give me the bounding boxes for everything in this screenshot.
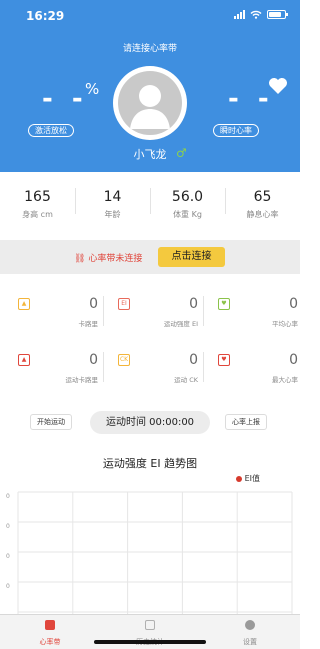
connection-status-text: 心率带未连接	[88, 254, 143, 264]
stat-age: 14 年龄	[75, 172, 150, 230]
metric-label: 卡路里	[78, 320, 99, 328]
stat-value: 56.0	[171, 189, 204, 205]
avatar[interactable]	[113, 66, 187, 140]
ei-trend-chart: 0 0 0 0	[6, 491, 293, 614]
gear-icon	[245, 620, 255, 630]
metric-label: 最大心率	[272, 376, 298, 384]
username: 小飞龙	[133, 148, 167, 161]
heart-rate-label: 瞬时心率	[213, 124, 259, 137]
stat-weight: 56.0 体重 Kg	[150, 172, 225, 230]
heart-rate-avg-icon: ♥	[218, 298, 230, 310]
heart-icon	[269, 78, 287, 94]
metric-label: 平均心率	[272, 320, 298, 328]
chart-legend: EI值	[235, 473, 260, 484]
heart-rate-value: - -	[228, 84, 274, 114]
wifi-icon	[250, 10, 262, 19]
default-avatar-icon	[130, 85, 170, 129]
home-indicator	[94, 640, 206, 644]
y-tick-label: 0	[6, 553, 10, 560]
divider	[203, 352, 204, 382]
profile-stats: 165 身高 cm 14 年龄 56.0 体重 Kg 65 静息心率	[0, 172, 300, 230]
divider	[203, 296, 204, 326]
metric-label: 运动 CK	[174, 376, 198, 384]
connect-prompt: 请连接心率带	[122, 44, 177, 54]
battery-icon	[267, 10, 288, 19]
heart-rate-max-icon: ♥	[218, 354, 230, 366]
stat-label: 身高 cm	[22, 210, 53, 219]
status-time: 16:29	[26, 9, 65, 23]
status-bar: 16:29	[0, 0, 300, 30]
stat-label: 年龄	[104, 210, 121, 219]
stat-value: 14	[103, 189, 122, 205]
stat-height: 165 身高 cm	[0, 172, 75, 230]
divider	[103, 352, 104, 382]
legend-label: EI值	[244, 474, 260, 483]
connection-bar: ⛓ 心率带未连接 点击连接	[0, 240, 300, 274]
sport-calorie-icon: ▲	[18, 354, 30, 366]
tab-label: 设置	[243, 638, 257, 646]
metric-value: 0	[89, 352, 98, 368]
relax-label: 激活放松	[28, 124, 74, 137]
history-icon	[145, 620, 155, 630]
start-exercise-button[interactable]: 开始运动	[30, 414, 72, 430]
stat-label: 体重 Kg	[173, 210, 202, 219]
report-heart-rate-button[interactable]: 心率上报	[225, 414, 267, 430]
relax-value: - -	[42, 84, 88, 114]
ck-icon: CK	[118, 354, 130, 366]
tab-label: 心率带	[39, 638, 61, 646]
strap-icon	[45, 620, 55, 630]
y-tick-label: 0	[6, 523, 10, 530]
header: 16:29 请连接心率带 - - % 激活放松 - - 瞬时心率 小飞龙 ♂	[0, 0, 300, 172]
chart-title: 运动强度 EI 趋势图	[102, 457, 198, 470]
stat-resting-heart-rate: 65 静息心率	[225, 172, 300, 230]
sport-time: 运动时间 00:00:00	[90, 411, 210, 434]
unlink-icon: ⛓	[74, 254, 86, 264]
metric-label: 运动强度 EI	[163, 320, 198, 328]
legend-marker	[235, 475, 242, 482]
stat-label: 静息心率	[246, 210, 279, 219]
metric-value: 0	[289, 296, 298, 312]
stat-value: 165	[24, 189, 51, 205]
metric-avg-heart-rate: ♥ 0 平均心率	[218, 296, 318, 342]
metric-value: 0	[289, 352, 298, 368]
y-tick-label: 0	[6, 493, 10, 500]
connection-status: ⛓ 心率带未连接	[74, 251, 142, 264]
divider	[103, 296, 104, 326]
metric-value: 0	[189, 352, 198, 368]
y-tick-label: 0	[6, 583, 10, 590]
stat-value: 65	[253, 189, 272, 205]
tab-settings[interactable]: 设置	[200, 615, 300, 649]
cellular-signal-icon	[234, 10, 245, 19]
flame-icon: ▲	[18, 298, 30, 310]
tab-heart-rate-strap[interactable]: 心率带	[0, 615, 100, 649]
metric-value: 0	[189, 296, 198, 312]
metric-max-heart-rate: ♥ 0 最大心率	[218, 352, 318, 398]
metric-label: 运动卡路里	[65, 376, 99, 384]
male-gender-icon: ♂	[176, 146, 187, 160]
ei-icon: EI	[118, 298, 130, 310]
relax-unit: %	[85, 80, 100, 98]
metric-value: 0	[89, 296, 98, 312]
system-icons	[234, 10, 288, 19]
connect-button[interactable]: 点击连接	[158, 247, 225, 267]
